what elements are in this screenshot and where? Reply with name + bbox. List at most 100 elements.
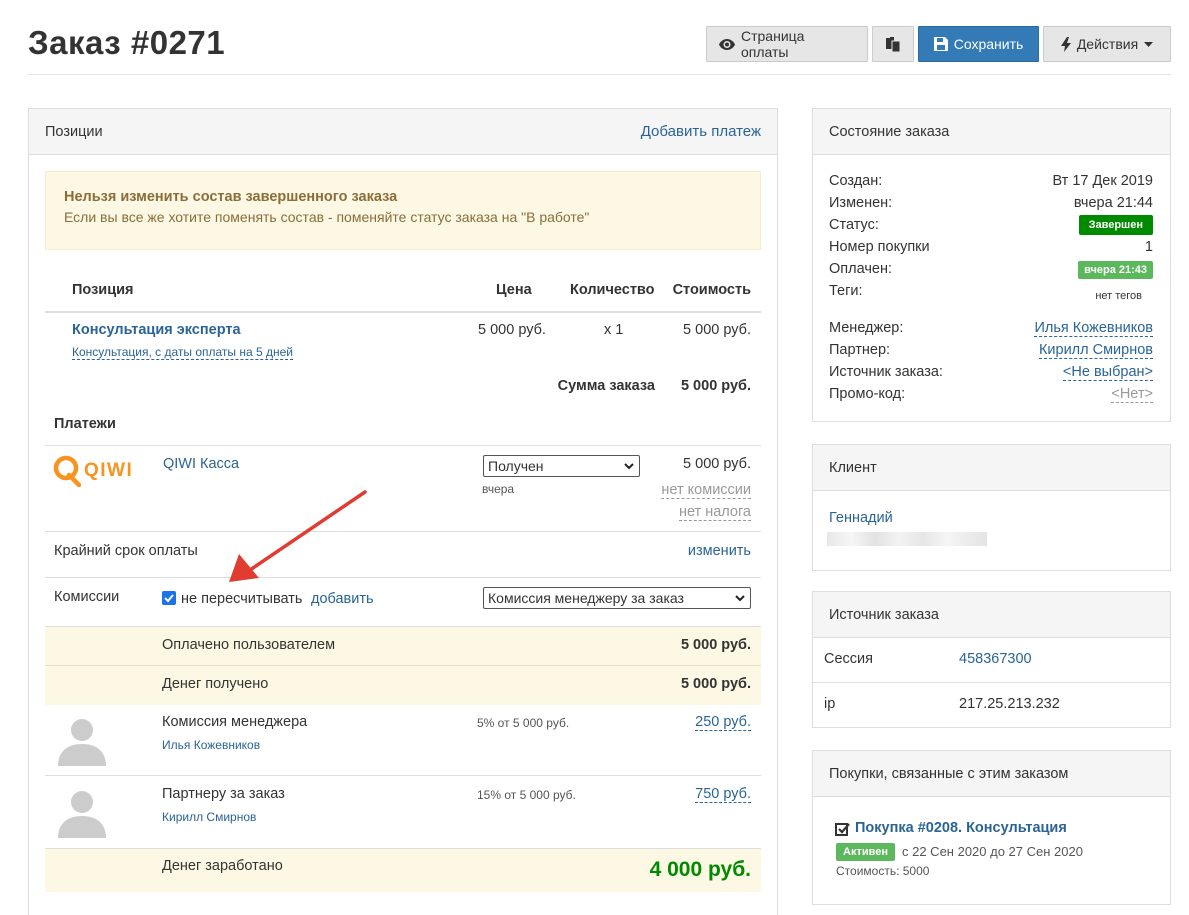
no-recalculate-label: не пересчитывать [181, 591, 303, 607]
floppy-disk-icon [933, 37, 948, 51]
add-commission-link[interactable]: добавить [311, 591, 374, 607]
chevron-down-icon [735, 595, 745, 602]
summary-divider [45, 665, 761, 666]
order-state-heading: Состояние заказа [813, 109, 1170, 155]
paid-label: Оплачен: [829, 261, 892, 277]
created-value: Вт 17 Дек 2019 [1052, 173, 1153, 189]
related-status-badge: Активен [836, 843, 895, 861]
client-heading: Клиент [813, 445, 1170, 491]
manager-commission-value-link[interactable]: 250 руб. [695, 714, 751, 731]
item-cost: 5 000 руб. [683, 322, 751, 338]
payment-commission-link[interactable]: нет комиссии [661, 482, 751, 499]
commission-type-select[interactable]: Комиссия менеджеру за заказ [483, 587, 751, 609]
tags-value: нет тегов [1095, 290, 1142, 302]
item-qty: x 1 [604, 322, 624, 338]
qiwi-logo: QIWI [53, 455, 133, 487]
manager-link[interactable]: Илья Кожевников [1034, 320, 1153, 337]
payments-title: Платежи [54, 416, 116, 432]
payment-method-link[interactable]: QIWI Касса [163, 456, 239, 472]
tags-label: Теги: [829, 283, 863, 299]
partner-commission-label: Партнеру за заказ [162, 786, 285, 802]
order-source-title: Источник заказа [829, 606, 939, 623]
warning-alert: Нельзя изменить состав завершенного зака… [45, 171, 761, 250]
client-name-link[interactable]: Геннадий [829, 510, 893, 526]
item-name-link[interactable]: Консультация эксперта [72, 322, 241, 338]
warning-text: Если вы все же хотите поменять состав - … [64, 209, 590, 225]
promo-link[interactable]: <Нет> [1111, 386, 1153, 403]
session-link[interactable]: 458367300 [959, 651, 1032, 667]
source-divider [813, 682, 1170, 683]
caret-down-icon [1144, 41, 1154, 47]
related-purchase-link[interactable]: Покупка #0208. Консультация [855, 820, 1067, 836]
copy-icon [885, 36, 900, 52]
actions-dropdown-button[interactable]: Действия [1043, 26, 1171, 62]
order-state-title: Состояние заказа [829, 123, 950, 140]
no-recalculate-checkbox[interactable] [162, 591, 176, 605]
qiwi-logo-icon [53, 455, 81, 487]
header-divider [28, 74, 1171, 75]
partner-commission-person-link[interactable]: Кирилл Смирнов [162, 810, 256, 824]
eye-icon [719, 38, 735, 50]
deadline-label: Крайний срок оплаты [54, 543, 198, 559]
client-title: Клиент [829, 459, 877, 476]
source-link[interactable]: <Не выбран> [1062, 364, 1153, 381]
manager-label: Менеджер: [829, 320, 904, 336]
payment-tax-link[interactable]: нет налога [678, 504, 751, 521]
source-label: Источник заказа: [829, 364, 943, 380]
commissions-label: Комиссии [54, 589, 120, 605]
related-heading: Покупки, связанные с этим заказом [813, 751, 1170, 797]
order-total-value: 5 000 руб. [680, 378, 751, 394]
save-button[interactable]: Сохранить [918, 26, 1039, 62]
item-subtitle-link[interactable]: Консультация, с даты оплаты на 5 дней [72, 345, 294, 360]
warning-title: Нельзя изменить состав завершенного зака… [64, 189, 398, 205]
positions-panel-heading: Позиции Добавить платеж [29, 109, 777, 155]
money-received-value: 5 000 руб. [680, 676, 751, 692]
checkmark-icon [164, 594, 174, 603]
partner-link[interactable]: Кирилл Смирнов [1038, 342, 1153, 359]
chevron-down-icon [624, 463, 634, 470]
payment-status-value: Получен [488, 458, 544, 474]
ip-label: ip [824, 696, 836, 712]
related-title: Покупки, связанные с этим заказом [829, 765, 1069, 782]
payment-date: вчера [482, 482, 515, 496]
col-header-qty: Количество [570, 282, 655, 298]
earned-value: 4 000 руб. [649, 858, 751, 881]
related-purchases-panel: Покупки, связанные с этим заказом Покупк… [812, 750, 1171, 905]
commission-row-divider [45, 775, 761, 776]
created-label: Создан: [829, 173, 883, 189]
partner-avatar-icon [58, 791, 106, 838]
related-period: с 22 Сен 2020 до 27 Сен 2020 [902, 844, 1083, 859]
partner-commission-value-link[interactable]: 750 руб. [695, 786, 751, 803]
col-header-position: Позиция [72, 282, 134, 298]
checked-square-icon [835, 823, 850, 836]
manager-commission-person-link[interactable]: Илья Кожевников [162, 738, 260, 752]
client-email-blurred [827, 532, 987, 546]
add-payment-link[interactable]: Добавить платеж [641, 123, 761, 140]
paid-by-user-label: Оплачено пользователем [162, 637, 336, 653]
status-label: Статус: [829, 217, 879, 233]
annotation-arrow-icon [229, 490, 367, 582]
promo-label: Промо-код: [829, 386, 906, 402]
qiwi-logo-text: QIWI [84, 460, 134, 481]
toolbar: Страница оплаты Сохранить Действия [706, 26, 1171, 62]
payment-status-select[interactable]: Получен [483, 455, 640, 477]
manager-commission-label: Комиссия менеджера [162, 714, 308, 730]
positions-panel: Позиции Добавить платеж Нельзя изменить … [28, 108, 778, 915]
status-badge: Завершен [1078, 215, 1153, 235]
earned-label: Денег заработано [162, 858, 283, 874]
page-title: Заказ #0271 [28, 24, 226, 61]
manager-avatar-icon [58, 719, 106, 766]
payment-page-button[interactable]: Страница оплаты [706, 26, 868, 62]
paid-badge: вчера 21:43 [1078, 261, 1153, 279]
col-header-price: Цена [496, 282, 532, 298]
money-received-label: Денег получено [162, 676, 269, 692]
purchase-number-value: 1 [1144, 239, 1153, 255]
deadline-change-link[interactable]: изменить [688, 543, 751, 559]
actions-label: Действия [1076, 36, 1139, 52]
item-price: 5 000 руб. [478, 322, 546, 338]
col-header-cost: Стоимость [672, 282, 751, 298]
lightning-icon [1060, 36, 1071, 52]
changed-value: вчера 21:44 [1073, 195, 1153, 211]
paid-by-user-value: 5 000 руб. [680, 637, 751, 653]
copy-button[interactable] [872, 26, 914, 62]
